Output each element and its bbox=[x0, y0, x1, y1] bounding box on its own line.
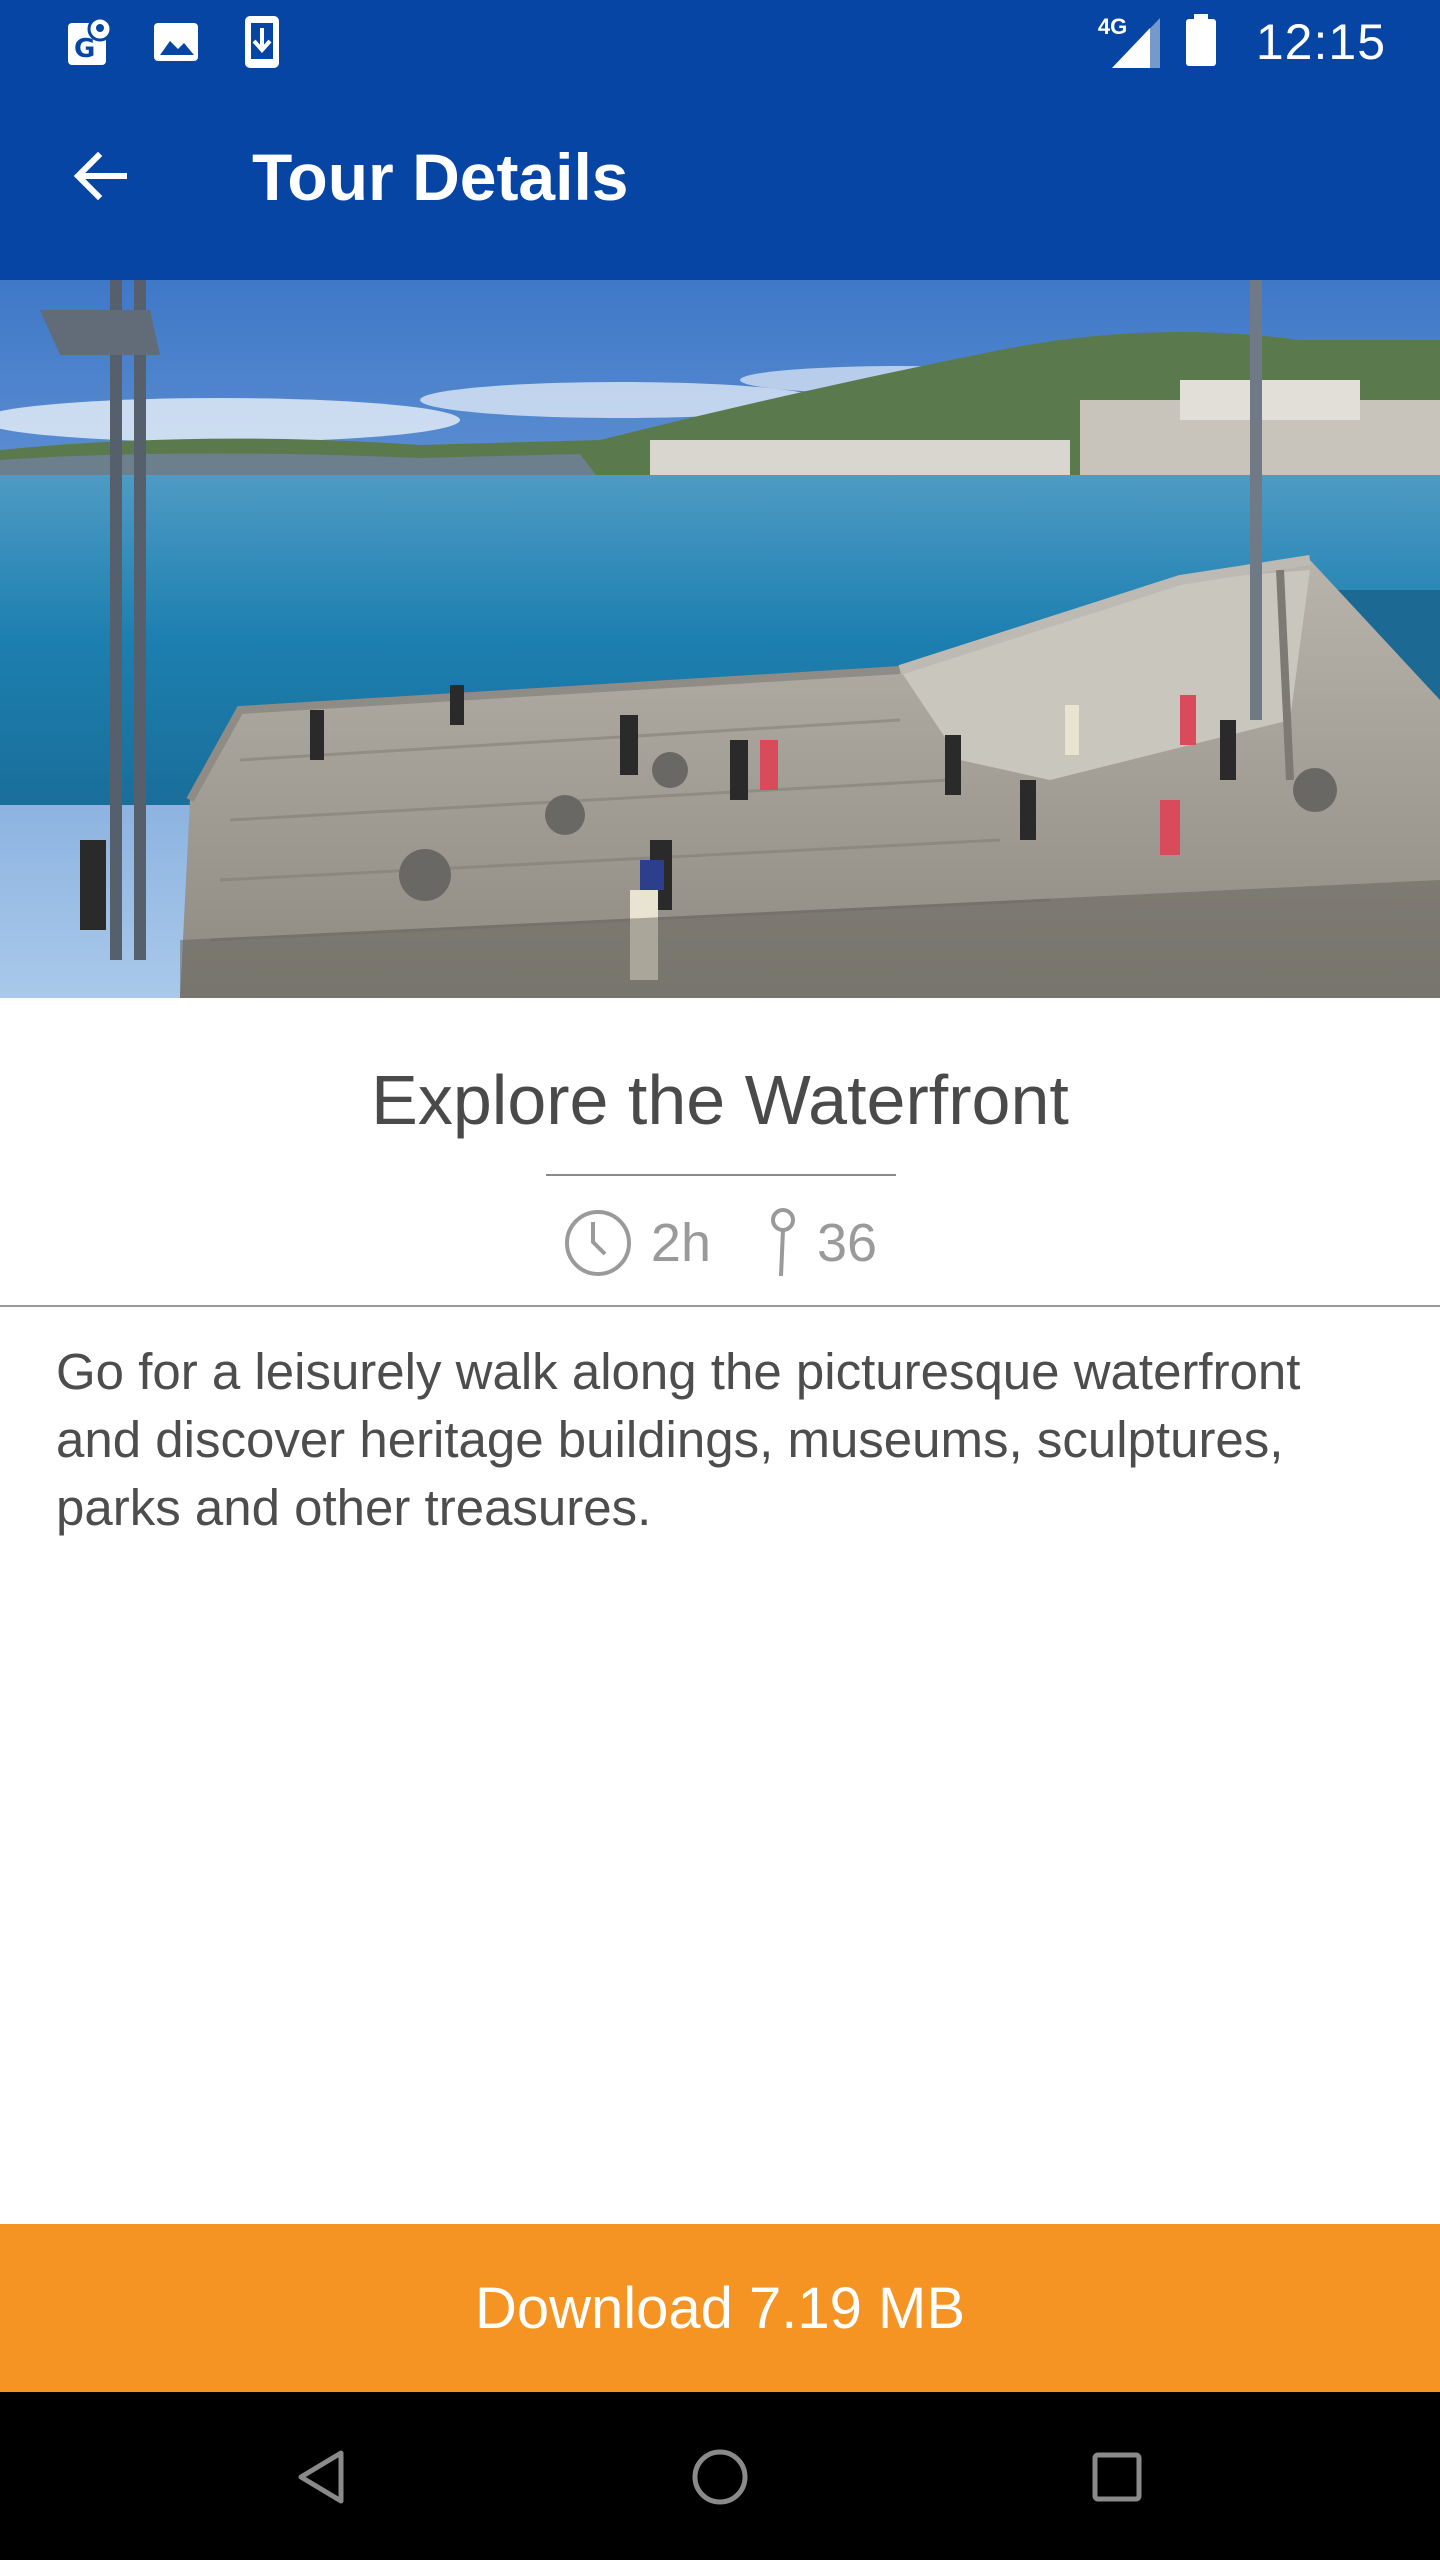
app-bar: Tour Details bbox=[0, 84, 1440, 280]
signal-icon: 4G bbox=[1098, 14, 1164, 70]
tour-meta: 2h 36 bbox=[0, 1206, 1440, 1280]
duration-info: 2h bbox=[563, 1208, 711, 1278]
system-status: 4G 12:15 bbox=[1098, 10, 1386, 74]
section-divider bbox=[0, 1305, 1440, 1307]
image-notification-icon bbox=[150, 14, 202, 70]
battery-icon bbox=[1184, 12, 1218, 73]
clock: 12:15 bbox=[1255, 14, 1386, 70]
nav-home-button[interactable] bbox=[675, 2432, 765, 2522]
back-triangle-icon bbox=[298, 2450, 344, 2504]
notification-icons: G bbox=[64, 12, 288, 72]
nav-recents-button[interactable] bbox=[1072, 2432, 1162, 2522]
arrow-back-icon bbox=[73, 151, 127, 201]
stops-value: 36 bbox=[817, 1213, 878, 1273]
home-circle-icon bbox=[692, 2449, 748, 2505]
title-divider bbox=[546, 1174, 896, 1176]
tour-title: Explore the Waterfront bbox=[371, 1061, 1069, 1139]
status-bar: G 4G 12:15 bbox=[0, 0, 1440, 84]
system-nav-bar bbox=[0, 2392, 1440, 2560]
maps-notification-icon: G bbox=[64, 14, 116, 70]
download-notification-icon bbox=[236, 14, 288, 70]
clock-icon bbox=[564, 1210, 631, 1276]
tour-hero-image bbox=[0, 280, 1440, 998]
location-pin-icon bbox=[771, 1208, 795, 1277]
page-title: Tour Details bbox=[252, 140, 629, 214]
recents-square-icon bbox=[1092, 2452, 1142, 2502]
stops-info: 36 bbox=[767, 1208, 877, 1278]
tour-description: Go for a leisurely walk along the pictur… bbox=[56, 1343, 1301, 1536]
back-button[interactable] bbox=[48, 124, 152, 228]
nav-back-button[interactable] bbox=[276, 2432, 366, 2522]
download-button[interactable]: Download 7.19 MB bbox=[0, 2224, 1440, 2392]
duration-value: 2h bbox=[650, 1213, 711, 1273]
